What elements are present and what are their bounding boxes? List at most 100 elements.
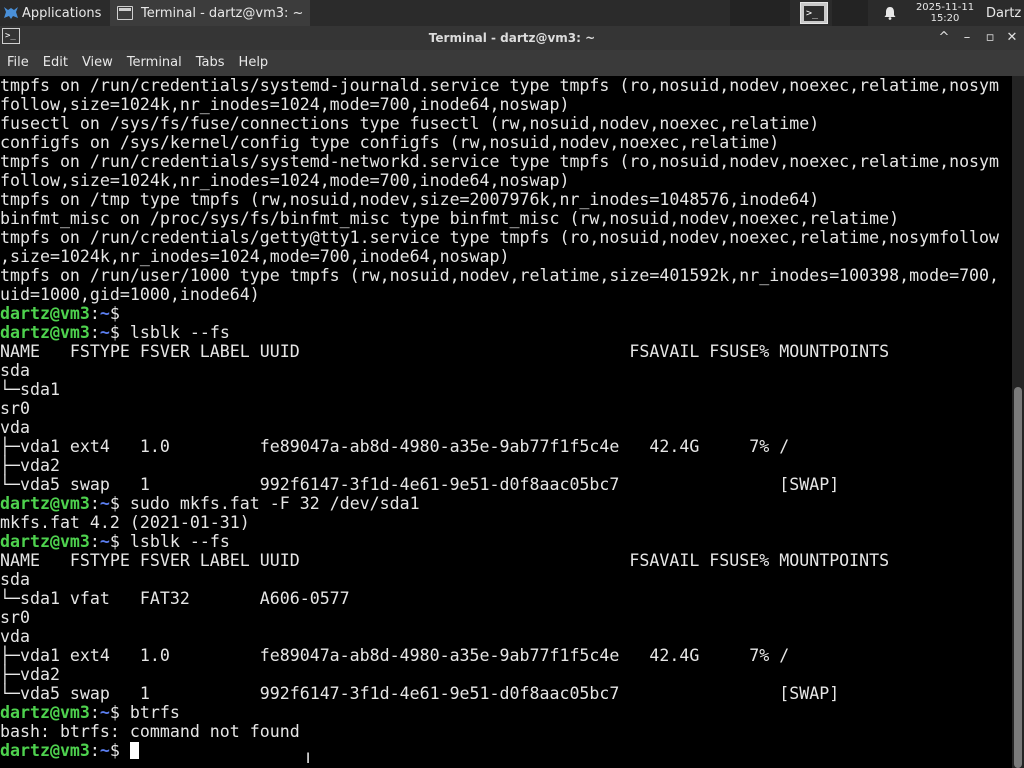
output-text: ├─vda1 ext4 1.0 fe89047a-ab8d-4980-a35e-… [0,646,790,665]
output-text: └─sda1 vfat FAT32 A606-0577 [0,589,350,608]
maximize-button[interactable]: ▫ [979,26,1001,50]
menu-edit[interactable]: Edit [36,50,75,76]
terminal-scrollbar[interactable] [1012,76,1024,768]
terminal-output-line: fusectl on /sys/fs/fuse/connections type… [0,114,1012,133]
terminal-output-line: sr0 [0,399,1012,418]
desktop-screen: Applications Terminal - dartz@vm3: ~ >_ … [0,0,1024,768]
prompt-symbol: $ [109,323,130,342]
taskbar-terminal-label: Terminal - dartz@vm3: ~ [141,5,304,21]
scrollbar-thumb[interactable] [1014,387,1022,768]
command-text: btrfs [129,703,180,722]
output-text: sda [0,361,30,380]
terminal-output-line: sda [0,570,1012,589]
clock[interactable]: 2025-11-11 15:20 [910,0,980,26]
prompt-symbol: $ [109,532,130,551]
clock-time: 15:20 [930,13,960,24]
terminal-output-line: └─sda1 vfat FAT32 A606-0577 [0,589,1012,608]
workspace-area[interactable] [730,0,790,26]
terminal-prompt-line: dartz@vm3:~$ lsblk --fs [0,532,1012,551]
terminal-prompt-line: dartz@vm3:~$ lsblk --fs [0,323,1012,342]
output-text: uid=1000,gid=1000,inode64) [0,285,260,304]
output-text: NAME FSTYPE FSVER LABEL UUID FSAVAIL FSU… [0,342,890,361]
output-text: NAME FSTYPE FSVER LABEL UUID FSAVAIL FSU… [0,551,890,570]
terminal-output-line: └─sda1 [0,380,1012,399]
terminal-output-line: NAME FSTYPE FSVER LABEL UUID FSAVAIL FSU… [0,551,1012,570]
output-text: fusectl on /sys/fs/fuse/connections type… [0,114,820,133]
prompt-user: dartz@vm3 [0,741,90,760]
prompt-user: dartz@vm3 [0,304,90,323]
terminal-output-line: mkfs.fat 4.2 (2021-01-31) [0,513,1012,532]
output-text: tmpfs on /run/credentials/getty@tty1.ser… [0,228,1000,247]
taskbar-terminal-button[interactable]: Terminal - dartz@vm3: ~ [110,0,310,26]
terminal-output-line: └─vda5 swap 1 992f6147-3f1d-4e61-9e51-d0… [0,475,1012,494]
notifications-button[interactable] [878,0,902,26]
command-text: lsblk --fs [129,532,230,551]
terminal-output-line: tmpfs on /run/credentials/getty@tty1.ser… [0,228,1012,247]
prompt-path: ~ [99,741,110,760]
terminal-output-line: sda [0,361,1012,380]
menu-help[interactable]: Help [232,50,276,76]
close-button[interactable]: ✕ [1001,26,1023,50]
command-text: sudo mkfs.fat -F 32 /dev/sda1 [129,494,420,513]
terminal-output-line: tmpfs on /run/credentials/systemd-networ… [0,152,1012,171]
prompt-user: dartz@vm3 [0,532,90,551]
prompt-symbol: $ [109,703,130,722]
terminal-prompt-line: dartz@vm3:~$ btrfs [0,703,1012,722]
prompt-user: dartz@vm3 [0,703,90,722]
terminal-output-line: follow,size=1024k,nr_inodes=1024,mode=70… [0,95,1012,114]
output-text: vda [0,418,30,437]
terminal-output-line: follow,size=1024k,nr_inodes=1024,mode=70… [0,171,1012,190]
prompt-path: ~ [99,532,110,551]
output-text: └─sda1 [0,380,60,399]
clock-date: 2025-11-11 [915,2,975,13]
terminal-output-line: ├─vda1 ext4 1.0 fe89047a-ab8d-4980-a35e-… [0,437,1012,456]
minimize-button[interactable]: – [956,26,978,50]
terminal-output-line: bash: btrfs: command not found [0,722,1012,741]
prompt-path: ~ [99,323,110,342]
terminal-output[interactable]: tmpfs on /run/credentials/systemd-journa… [0,76,1012,768]
terminal-output-line: sr0 [0,608,1012,627]
menu-bar: File Edit View Terminal Tabs Help [0,50,1024,76]
menu-file[interactable]: File [0,50,36,76]
user-menu-button[interactable]: Dartz [986,0,1024,26]
terminal-output-line: tmpfs on /run/user/1000 type tmpfs (rw,n… [0,266,1012,285]
user-name: Dartz [986,5,1022,21]
shade-button[interactable]: ^ [933,26,955,50]
terminal-output-line: tmpfs on /run/credentials/systemd-journa… [0,76,1012,95]
prompt-separator: : [89,304,100,323]
output-text: sr0 [0,399,30,418]
xfce-mouse-icon [3,5,19,21]
prompt-path: ~ [99,703,110,722]
terminal-launcher-icon: >_ [800,2,828,24]
applications-menu-button[interactable]: Applications [0,0,110,26]
terminal-launcher-button[interactable]: >_ [797,0,831,26]
output-text: tmpfs on /run/credentials/systemd-networ… [0,152,1000,171]
applications-label: Applications [22,5,102,21]
top-panel: Applications Terminal - dartz@vm3: ~ >_ … [0,0,1024,26]
text-cursor-pointer-icon: I [306,751,311,767]
output-text: sda [0,570,30,589]
output-text: binfmt_misc on /proc/sys/fs/binfmt_misc … [0,209,900,228]
output-text: mkfs.fat 4.2 (2021-01-31) [0,513,250,532]
terminal-output-line: binfmt_misc on /proc/sys/fs/binfmt_misc … [0,209,1012,228]
output-text: └─vda5 swap 1 992f6147-3f1d-4e61-9e51-d0… [0,684,840,703]
prompt-path: ~ [99,304,110,323]
prompt-path: ~ [99,494,110,513]
window-titlebar[interactable]: >_ Terminal - dartz@vm3: ~ ^ – ▫ ✕ [0,26,1024,50]
prompt-separator: : [89,323,100,342]
menu-tabs[interactable]: Tabs [189,50,232,76]
prompt-separator: : [89,703,100,722]
output-text: vda [0,627,30,646]
terminal-output-line: tmpfs on /tmp type tmpfs (rw,nosuid,node… [0,190,1012,209]
menu-view[interactable]: View [75,50,120,76]
prompt-separator: : [89,494,100,513]
panel-separator [832,0,868,26]
terminal-prompt-line: dartz@vm3:~$ sudo mkfs.fat -F 32 /dev/sd… [0,494,1012,513]
terminal-prompt-line: dartz@vm3:~$ [0,741,1012,760]
terminal-cursor [129,742,139,759]
output-text: ,size=1024k,nr_inodes=1024,mode=700,inod… [0,247,510,266]
output-text: ├─vda1 ext4 1.0 fe89047a-ab8d-4980-a35e-… [0,437,790,456]
menu-terminal[interactable]: Terminal [120,50,189,76]
terminal-output-line: vda [0,418,1012,437]
terminal-output-line: ├─vda1 ext4 1.0 fe89047a-ab8d-4980-a35e-… [0,646,1012,665]
